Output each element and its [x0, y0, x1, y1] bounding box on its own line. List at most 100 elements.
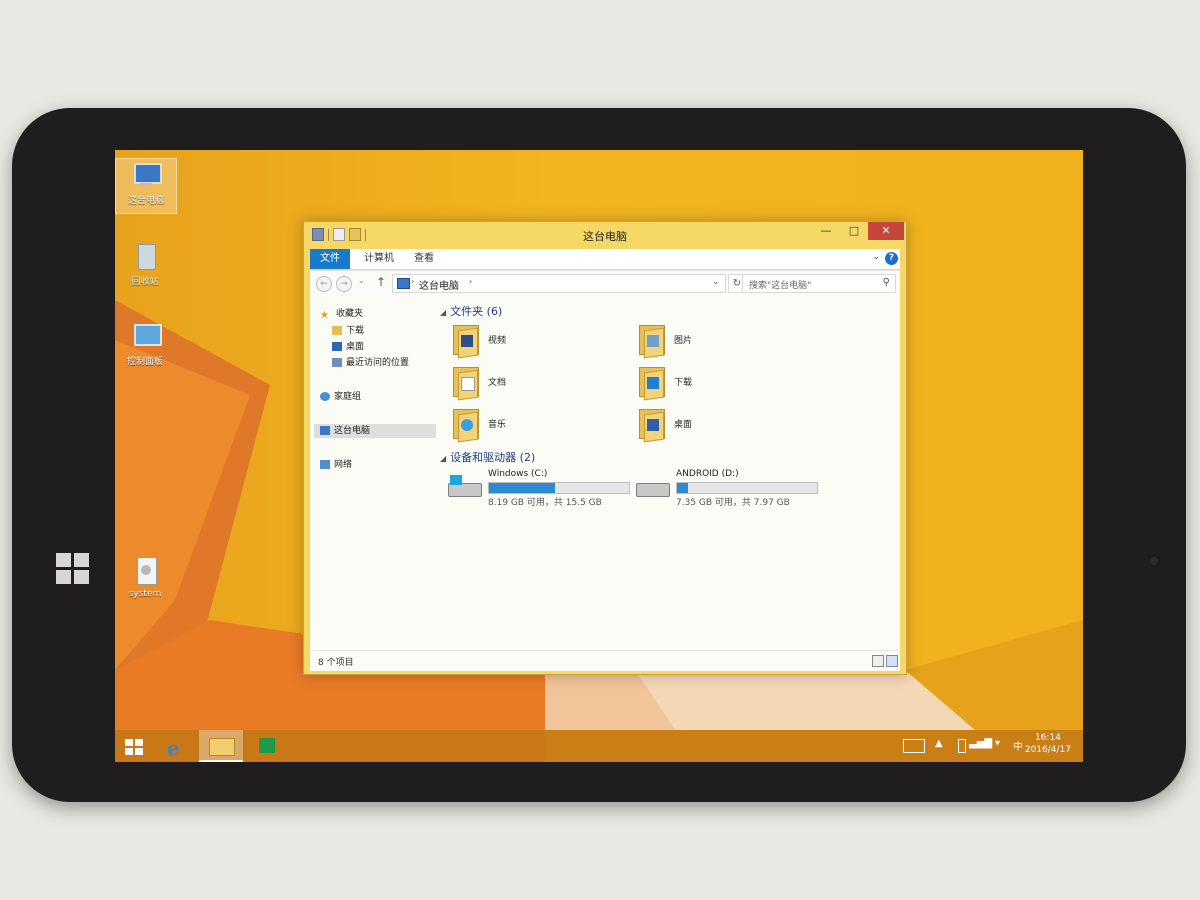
recent-locations-chevron-icon[interactable]: ⌄: [358, 276, 365, 285]
tab-computer[interactable]: 计算机: [354, 249, 404, 269]
start-button[interactable]: [115, 730, 159, 762]
folder-item-downloads[interactable]: 下载: [636, 365, 786, 401]
clock[interactable]: 16:14 2016/4/17: [1025, 732, 1071, 756]
system-file-icon: [130, 555, 160, 587]
file-explorer-taskbar-button[interactable]: [199, 730, 243, 762]
documents-folder-icon: [450, 365, 479, 401]
up-button[interactable]: ↑: [376, 275, 386, 289]
desktop-folder-icon: [332, 342, 342, 351]
nav-item-downloads[interactable]: 下载: [332, 324, 364, 338]
desktop-icon-label: 这台电脑: [127, 196, 164, 206]
collapse-triangle-icon: ◢: [440, 308, 447, 317]
nav-item-label: 网络: [334, 460, 353, 470]
desktop-icon-system[interactable]: system: [115, 555, 175, 599]
drive-usage-fill: [489, 483, 555, 493]
breadcrumb-separator-icon: ›: [411, 277, 415, 286]
nav-item-label: 家庭组: [334, 392, 362, 402]
address-dropdown-icon[interactable]: ⌄: [712, 277, 719, 286]
explorer-window: 这台电脑 — □ ✕ 文件 计算机 查看 ⌄ ? ← → ⌄ ↑ › 这台电脑 …: [303, 221, 907, 675]
nav-item-homegroup[interactable]: 家庭组: [320, 390, 361, 404]
tab-file[interactable]: 文件: [310, 249, 350, 269]
nav-item-network[interactable]: 网络: [320, 458, 352, 472]
folder-item-pictures[interactable]: 图片: [636, 323, 786, 359]
nav-item-label: 这台电脑: [334, 426, 371, 436]
nav-item-recent[interactable]: 最近访问的位置: [332, 356, 409, 370]
ime-indicator[interactable]: 中: [1013, 738, 1023, 753]
ie-icon: e: [167, 736, 180, 760]
folder-item-music[interactable]: 音乐: [450, 407, 600, 443]
minimize-button[interactable]: —: [812, 222, 840, 240]
address-row: ← → ⌄ ↑ › 这台电脑 › ⌄ ↻ 搜索"这台电脑" ⚲: [310, 270, 900, 296]
show-hidden-icons-icon[interactable]: ▲: [935, 738, 943, 749]
drive-item-c[interactable]: Windows (C:) 8.19 GB 可用，共 15.5 GB: [448, 469, 638, 509]
star-icon: ★: [320, 310, 329, 321]
desktop-icon-control-panel[interactable]: 控制面板: [115, 320, 175, 367]
windows-drive-icon: [448, 475, 482, 497]
group-header-folders[interactable]: ◢ 文件夹 (6): [440, 303, 502, 319]
windows-start-icon: [125, 739, 143, 755]
network-icon: [320, 460, 330, 469]
close-button[interactable]: ✕: [868, 222, 904, 240]
group-header-drives[interactable]: ◢ 设备和驱动器 (2): [440, 449, 535, 465]
touch-keyboard-icon[interactable]: [903, 739, 925, 753]
folder-label: 下载: [674, 378, 693, 388]
desktop-icon-label: system: [128, 589, 162, 599]
volume-icon[interactable]: ▾: [995, 738, 1000, 749]
drive-item-d[interactable]: ANDROID (D:) 7.35 GB 可用，共 7.97 GB: [636, 469, 826, 509]
breadcrumb-separator-icon[interactable]: ›: [469, 277, 472, 286]
details-view-icon[interactable]: [872, 655, 884, 667]
this-pc-icon: [131, 159, 162, 191]
chevron-down-icon[interactable]: ⌄: [872, 252, 880, 262]
folder-item-videos[interactable]: 视频: [450, 323, 600, 359]
internet-explorer-button[interactable]: e: [155, 730, 199, 762]
store-button[interactable]: [245, 730, 289, 762]
folder-item-desktop[interactable]: 桌面: [636, 407, 786, 443]
pc-icon: [397, 278, 410, 289]
desktop-folder-icon: [636, 407, 665, 443]
folder-label: 文档: [488, 378, 507, 388]
downloads-folder-icon: [636, 365, 665, 401]
desktop-icon-recycle-bin[interactable]: 回收站: [115, 240, 175, 287]
group-title: 设备和驱动器 (2): [450, 451, 536, 464]
drive-usage-bar: [676, 482, 818, 494]
large-icons-view-icon[interactable]: [886, 655, 898, 667]
signal-icon[interactable]: ▃▅▇: [969, 738, 992, 749]
maximize-button[interactable]: □: [840, 222, 868, 240]
drive-name: ANDROID (D:): [676, 469, 739, 479]
help-icon[interactable]: ?: [885, 252, 898, 265]
drive-size: 8.19 GB 可用，共 15.5 GB: [488, 498, 602, 508]
nav-item-label: 最近访问的位置: [346, 358, 410, 368]
music-folder-icon: [450, 407, 479, 443]
content-area: ★ 收藏夹 下载 桌面 最近访问的位置 家庭组 这台电脑 网络 ◢ 文件夹 (6…: [310, 295, 900, 650]
drive-name: Windows (C:): [488, 469, 548, 479]
forward-button[interactable]: →: [336, 276, 352, 292]
nav-item-desktop[interactable]: 桌面: [332, 340, 364, 354]
nav-item-label: 下载: [346, 326, 365, 336]
battery-icon[interactable]: [958, 739, 966, 753]
store-icon: [259, 738, 275, 753]
search-input[interactable]: 搜索"这台电脑" ⚲: [742, 274, 896, 293]
file-explorer-icon: [209, 738, 235, 756]
drive-usage-fill: [677, 483, 689, 493]
desktop-icon-label: 控制面板: [126, 357, 163, 367]
folder-label: 图片: [674, 336, 693, 346]
nav-item-favorites[interactable]: ★ 收藏夹: [320, 307, 363, 321]
drive-icon: [636, 475, 670, 497]
nav-item-label: 收藏夹: [336, 309, 364, 319]
search-icon: ⚲: [882, 277, 890, 288]
tab-view[interactable]: 查看: [404, 249, 444, 269]
recent-places-icon: [332, 358, 342, 367]
breadcrumb[interactable]: 这台电脑: [419, 277, 459, 292]
group-title: 文件夹 (6): [450, 305, 503, 318]
desktop-icon-this-pc[interactable]: 这台电脑: [115, 158, 177, 214]
drive-size: 7.35 GB 可用，共 7.97 GB: [676, 498, 790, 508]
address-bar[interactable]: › 这台电脑 › ⌄: [392, 274, 726, 293]
hardware-windows-button-icon[interactable]: [56, 553, 90, 585]
title-bar[interactable]: 这台电脑 — □ ✕: [304, 222, 906, 246]
ribbon-tabs: 文件 计算机 查看 ⌄ ?: [310, 249, 900, 269]
folder-label: 桌面: [674, 420, 693, 430]
nav-item-this-pc[interactable]: 这台电脑: [314, 424, 436, 438]
back-button[interactable]: ←: [316, 276, 332, 292]
folder-item-documents[interactable]: 文档: [450, 365, 600, 401]
drive-usage-bar: [488, 482, 630, 494]
